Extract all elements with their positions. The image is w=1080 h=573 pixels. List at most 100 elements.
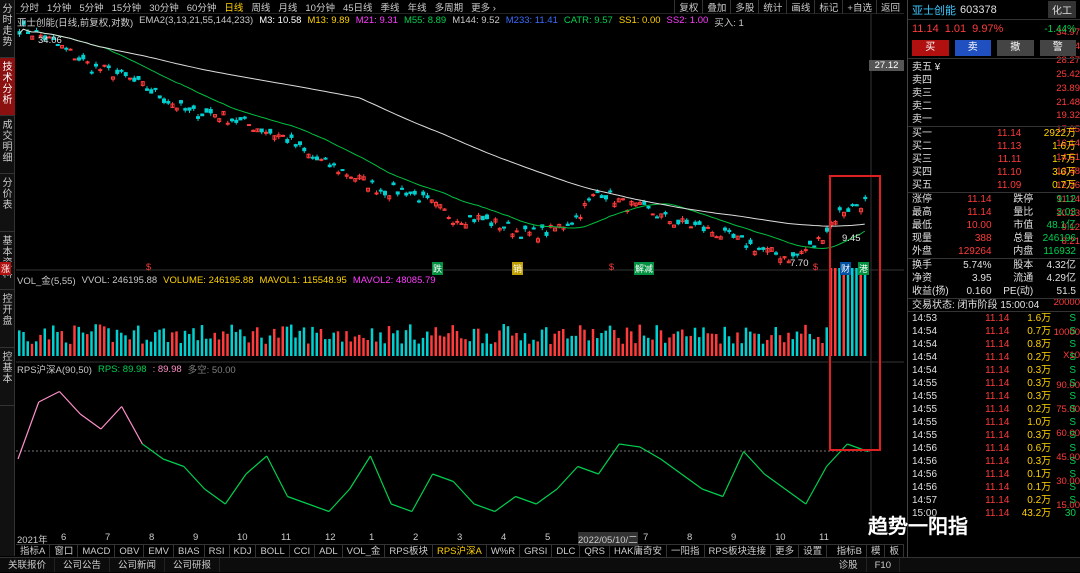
toolbar-button[interactable]: 统计	[758, 0, 786, 14]
candle-body	[400, 187, 404, 190]
period-tab[interactable]: 45日线	[339, 0, 377, 14]
trade-button[interactable]: 撤	[997, 40, 1034, 56]
volume-bar	[655, 325, 658, 356]
event-marker[interactable]: 港	[858, 262, 870, 275]
indicator-tab[interactable]: W%R	[487, 545, 521, 557]
candle-body	[706, 226, 710, 229]
indicator-tab[interactable]: BOLL	[256, 545, 290, 557]
quote-cell	[962, 61, 1022, 74]
indicator-tab[interactable]: ADL	[315, 545, 343, 557]
quote-cell: 14:57	[912, 495, 938, 506]
volume-bar	[353, 336, 357, 356]
event-marker[interactable]: 销	[512, 262, 524, 275]
volume-bar	[536, 341, 539, 356]
candle-body	[412, 190, 417, 195]
left-tab[interactable]: 技术分析	[0, 58, 15, 116]
event-marker[interactable]: $	[609, 262, 614, 272]
period-tab[interactable]: 月线	[274, 0, 301, 14]
industry-tag[interactable]: 化工	[1048, 1, 1076, 18]
volume-bar	[426, 331, 429, 356]
period-tab[interactable]: 周线	[247, 0, 274, 14]
quote-row: 14:56 11.14 0.1万 S	[908, 468, 1080, 481]
volume-bar	[753, 333, 756, 356]
volume-bar	[132, 330, 136, 356]
event-marker[interactable]: $	[813, 262, 818, 272]
period-tab[interactable]: 15分钟	[108, 0, 146, 14]
event-marker[interactable]: 涨	[0, 262, 12, 275]
status-link[interactable]: 公司研报	[165, 558, 221, 572]
left-tab[interactable]: 成交明细	[0, 116, 15, 174]
period-tab[interactable]: 30分钟	[145, 0, 183, 14]
quote-row: 卖四	[908, 74, 1080, 87]
toolbar-button[interactable]: 多股	[730, 0, 758, 14]
candle-body	[663, 212, 668, 215]
left-tab[interactable]: 控基本	[0, 348, 15, 406]
trade-button[interactable]: 警	[1039, 40, 1076, 56]
quote-cell: 14:55	[912, 391, 938, 402]
status-link[interactable]: 公司新闻	[110, 558, 166, 572]
candle-body	[697, 221, 702, 225]
indicator-b-tab[interactable]: 模	[867, 545, 886, 557]
trade-button[interactable]: 买	[912, 40, 949, 56]
toolbar-button[interactable]: 复权	[674, 0, 702, 14]
volume-bar	[702, 327, 705, 356]
status-link[interactable]: 公司公告	[55, 558, 111, 572]
indicator-tab[interactable]: RPS沪深A	[433, 545, 487, 557]
indicator-tab[interactable]: VOL_金	[343, 545, 386, 557]
indicator-tab[interactable]: 指标A	[16, 545, 51, 557]
indicator-tab[interactable]: DLC	[552, 545, 581, 557]
indicator-tab[interactable]: 一阳指	[667, 545, 705, 557]
toolbar-button[interactable]: 画线	[786, 0, 814, 14]
indicator-tab[interactable]: RPS板块	[385, 545, 433, 557]
indicator-tab[interactable]: 更多	[771, 545, 800, 557]
period-tab[interactable]: 季线	[377, 0, 404, 14]
indicator-tab[interactable]: KDJ	[230, 545, 257, 557]
indicator-tab[interactable]: BIAS	[174, 545, 205, 557]
indicator-tab[interactable]: HAK庸奇安	[610, 545, 667, 557]
quote-row: 涨停 11.14 跌停 9.12	[908, 193, 1080, 206]
indicator-tab[interactable]: QRS	[580, 545, 610, 557]
indicator-tab[interactable]: CCI	[290, 545, 316, 557]
indicator-b-tab[interactable]: 指标B	[833, 545, 867, 557]
indicator-tab[interactable]: 窗口	[50, 545, 79, 557]
event-marker[interactable]: 财	[840, 262, 852, 275]
event-marker[interactable]: $	[146, 262, 151, 272]
period-tab[interactable]: 10分钟	[301, 0, 339, 14]
toolbar-button[interactable]: +自选	[842, 0, 876, 14]
rps-segment	[349, 455, 371, 490]
period-tab[interactable]: 多周期	[431, 0, 468, 14]
period-tab[interactable]: 60分钟	[183, 0, 221, 14]
left-tab[interactable]: 分价表	[0, 174, 15, 232]
indicator-tab[interactable]: OBV	[115, 545, 145, 557]
quote-cell	[1021, 113, 1076, 126]
status-right-link[interactable]: 诊股	[831, 558, 867, 572]
toolbar-button[interactable]: 标记	[814, 0, 842, 14]
indicator-b-tab[interactable]: 板	[885, 545, 904, 557]
indicator-tab[interactable]: 设置	[799, 545, 828, 557]
left-tab[interactable]: 控开盘	[0, 290, 15, 348]
status-right-link[interactable]: F10	[867, 558, 900, 572]
x-tick: 3	[457, 532, 463, 543]
indicator-tab[interactable]: GRSI	[520, 545, 553, 557]
period-tab[interactable]: 年线	[404, 0, 431, 14]
left-tab[interactable]: 基本资料	[0, 232, 15, 290]
indicator-tab[interactable]: RSI	[205, 545, 230, 557]
period-tab[interactable]: 日线	[220, 0, 247, 14]
indicator-tab[interactable]: RPS板块连接	[705, 545, 772, 557]
quote-cell: 11.14	[985, 378, 1010, 389]
period-tab[interactable]: 1分钟	[43, 0, 75, 14]
volume-bar	[698, 337, 701, 356]
status-link[interactable]: 关联报价	[0, 558, 56, 572]
left-tab[interactable]: 分时走势	[0, 0, 15, 58]
event-marker[interactable]: 跌	[432, 262, 444, 275]
event-marker[interactable]: 解减	[634, 262, 655, 275]
period-tab[interactable]: 分时	[16, 0, 43, 14]
indicator-tab[interactable]: EMV	[144, 545, 174, 557]
toolbar-button[interactable]: 返回	[875, 0, 904, 14]
indicator-tab[interactable]: MACD	[78, 545, 116, 557]
period-tab[interactable]: 更多 ›	[467, 0, 500, 14]
quote-cell: 1.6万	[1052, 141, 1077, 152]
trade-button[interactable]: 卖	[954, 40, 991, 56]
toolbar-button[interactable]: 叠加	[702, 0, 730, 14]
period-tab[interactable]: 5分钟	[75, 0, 107, 14]
